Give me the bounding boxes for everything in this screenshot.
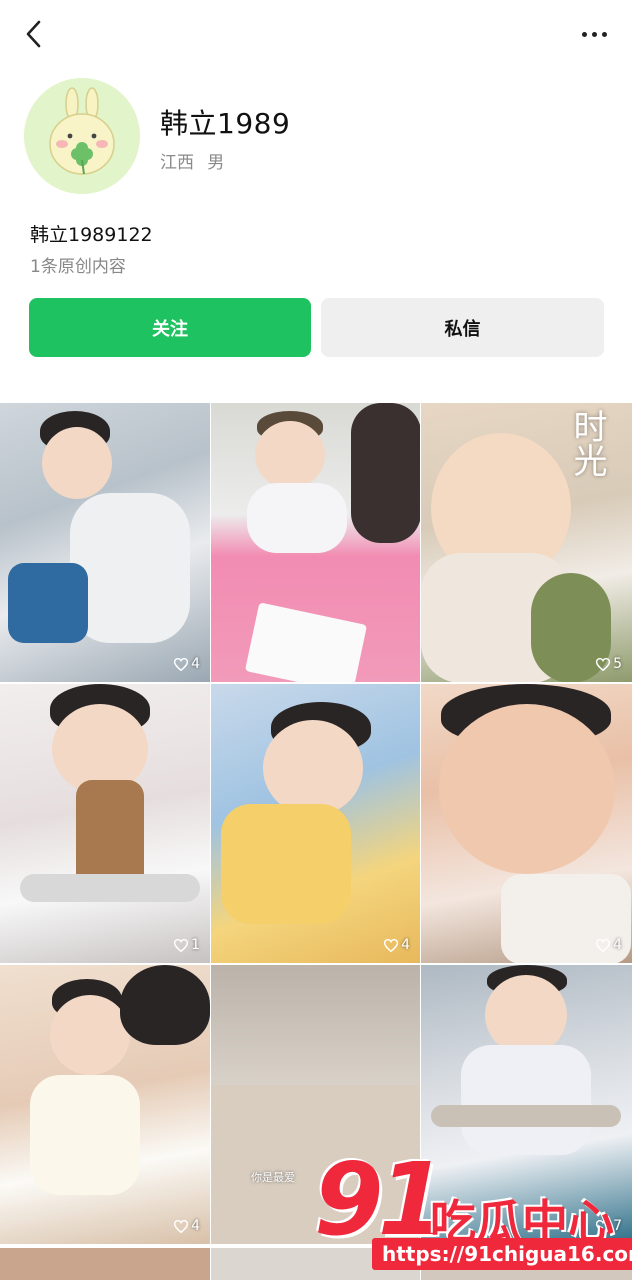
video-tile[interactable]: 4: [421, 684, 632, 963]
video-grid: 4 时光 5 1 4 4 4 你是最爱 7: [0, 403, 632, 1244]
more-button[interactable]: [574, 18, 614, 50]
top-bar: [0, 0, 632, 66]
profile-bio: 韩立1989122: [30, 224, 153, 246]
avatar[interactable]: [24, 78, 140, 194]
heart-icon: [174, 938, 189, 952]
watermark-number: 91: [314, 1141, 447, 1258]
tile-art: [247, 483, 347, 553]
like-count: 4: [174, 656, 200, 672]
like-count-value: 4: [613, 937, 622, 953]
tile-art: [8, 563, 88, 643]
profile-region: 江西: [160, 153, 194, 173]
profile-meta: 江西 男: [160, 148, 232, 173]
profile-gender: 男: [207, 153, 225, 173]
heart-icon: [384, 938, 399, 952]
like-count: 4: [174, 1218, 200, 1234]
watermark-url: https://91chigua16.com: [372, 1238, 632, 1270]
tile-art: [221, 804, 351, 924]
tile-art: [439, 704, 615, 874]
tile-art: [30, 1075, 140, 1195]
tile-art: [431, 1105, 621, 1127]
back-button[interactable]: [16, 16, 52, 52]
heart-icon: [174, 1219, 189, 1233]
video-tile[interactable]: [211, 403, 420, 682]
like-count-value: 4: [401, 937, 410, 953]
like-count: 4: [596, 937, 622, 953]
tile-art: [120, 965, 210, 1045]
tile-art: [244, 602, 368, 682]
more-dot: [591, 31, 597, 37]
tile-art: [70, 493, 190, 643]
watermark-overlay: 91 吃瓜中心 https://91chigua16.com: [310, 1141, 632, 1278]
video-tile[interactable]: 时光 5: [421, 403, 632, 682]
heart-icon: [174, 657, 189, 671]
heart-icon: [596, 657, 611, 671]
heart-icon: [596, 938, 611, 952]
tile-art: [461, 1045, 591, 1155]
tile-art: [50, 995, 130, 1075]
video-tile[interactable]: 4: [0, 403, 210, 682]
tile-art: [20, 874, 200, 902]
tile-caption: 时光: [567, 409, 607, 477]
content-count: 1条原创内容: [30, 257, 126, 277]
tile-art: [42, 427, 112, 499]
more-dot: [601, 31, 607, 37]
like-count-value: 4: [191, 1218, 200, 1234]
like-count-value: 5: [613, 656, 622, 672]
rabbit-avatar-image: [24, 78, 140, 194]
more-dots-icon: [581, 31, 587, 37]
like-count-value: 4: [191, 656, 200, 672]
video-tile[interactable]: 4: [211, 684, 420, 963]
follow-button[interactable]: 关注: [29, 298, 311, 357]
like-count: 1: [174, 937, 200, 953]
like-count-value: 1: [191, 937, 200, 953]
tile-caption: 你是最爱: [251, 1171, 295, 1184]
like-count: 4: [384, 937, 410, 953]
tile-art: [255, 421, 325, 489]
like-count: 5: [596, 656, 622, 672]
tile-art: [485, 975, 567, 1055]
message-button[interactable]: 私信: [321, 298, 604, 357]
video-tile[interactable]: 1: [0, 684, 210, 963]
tile-art: [263, 720, 363, 816]
back-chevron-icon: [26, 20, 41, 48]
tile-art: [351, 403, 420, 543]
video-tile[interactable]: 4: [0, 965, 210, 1244]
video-tile-partial[interactable]: [0, 1248, 210, 1280]
profile-name: 韩立1989: [160, 107, 291, 140]
